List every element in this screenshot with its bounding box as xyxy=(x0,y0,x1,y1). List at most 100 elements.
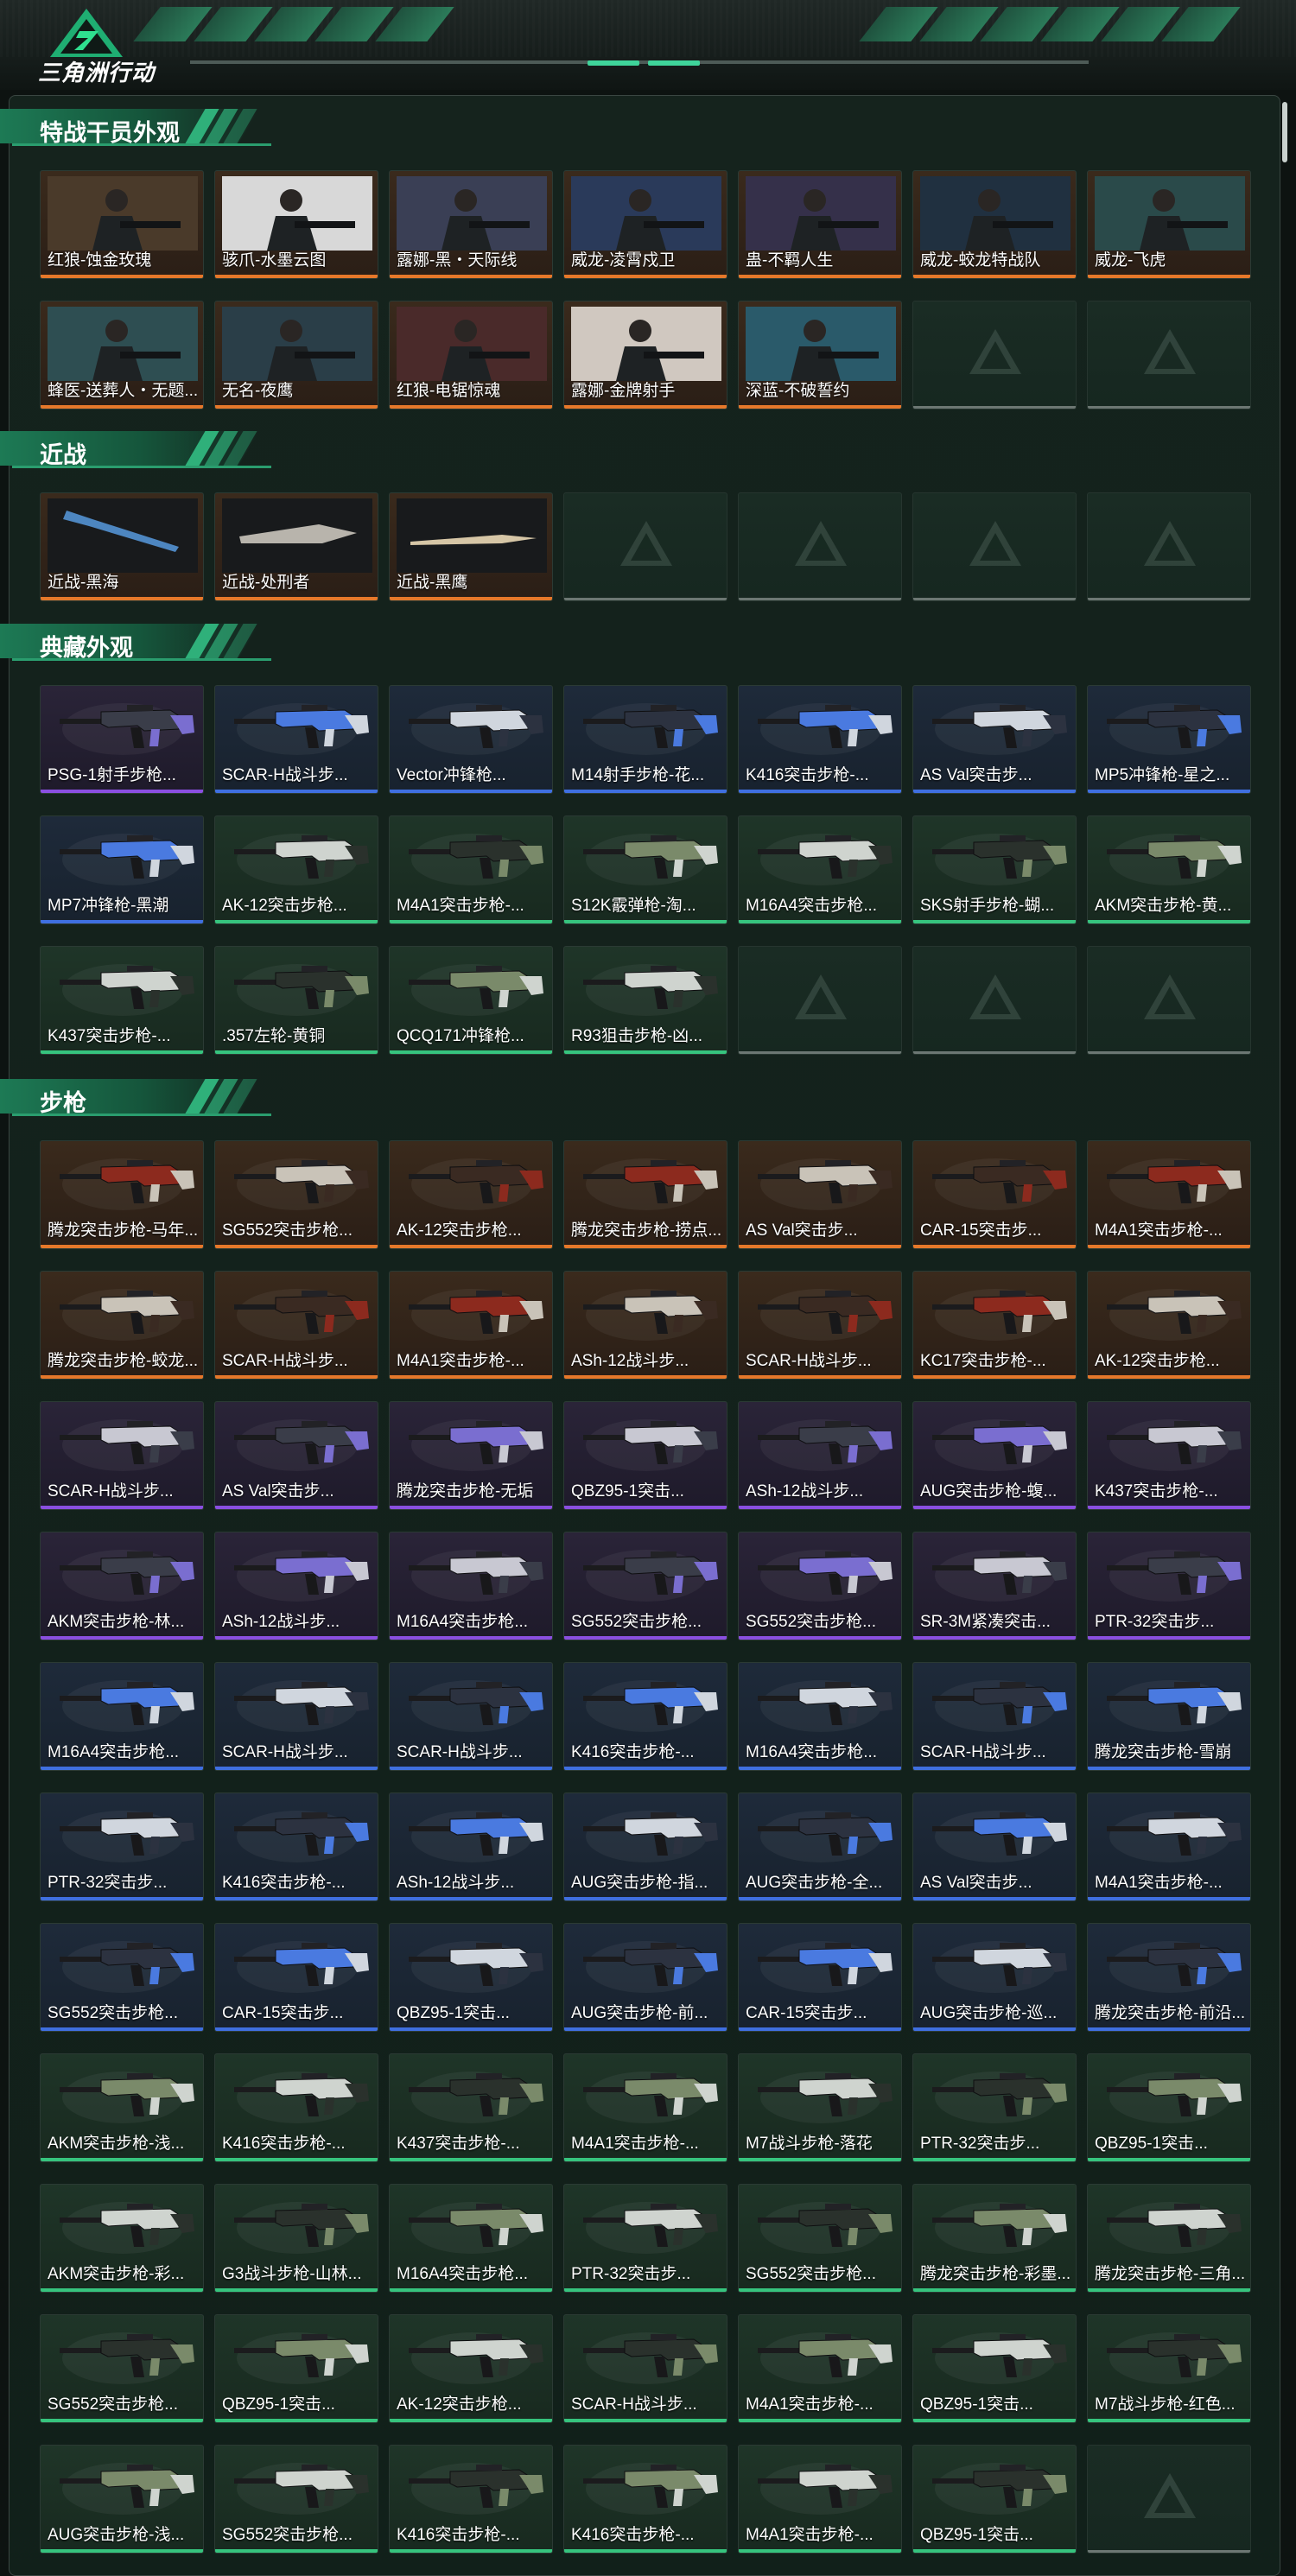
skin-card[interactable]: M7战斗步枪-落花 xyxy=(738,2053,902,2162)
skin-card[interactable]: 威龙-飞虎 xyxy=(1087,170,1251,279)
skin-card[interactable]: 红狼-蚀金玫瑰 xyxy=(40,170,204,279)
skin-card[interactable]: CAR-15突击步... xyxy=(214,1923,378,2032)
skin-card[interactable]: SG552突击步枪... xyxy=(214,2445,378,2554)
skin-card[interactable]: M4A1突击步枪-... xyxy=(1087,1792,1251,1901)
skin-card[interactable]: M16A4突击步枪... xyxy=(738,1662,902,1771)
skin-card[interactable]: K416突击步枪-... xyxy=(214,1792,378,1901)
skin-card[interactable]: SCAR-H战斗步... xyxy=(214,1662,378,1771)
skin-card[interactable]: ASh-12战斗步... xyxy=(214,1532,378,1640)
skin-card[interactable]: MP5冲锋枪-星之... xyxy=(1087,685,1251,794)
skin-card[interactable]: SR-3M紧凑突击... xyxy=(912,1532,1077,1640)
skin-card[interactable]: K416突击步枪-... xyxy=(389,2445,553,2554)
skin-card[interactable]: SCAR-H战斗步... xyxy=(40,1401,204,1510)
skin-card[interactable]: M4A1突击步枪-... xyxy=(1087,1140,1251,1249)
skin-card[interactable]: 近战-黑海 xyxy=(40,492,204,601)
skin-card[interactable]: 腾龙突击步枪-蛟龙... xyxy=(40,1271,204,1380)
skin-card[interactable]: SCAR-H战斗步... xyxy=(738,1271,902,1380)
skin-card[interactable]: QBZ95-1突击... xyxy=(912,2314,1077,2423)
skin-card[interactable]: SG552突击步枪... xyxy=(40,2314,204,2423)
skin-card[interactable]: 腾龙突击步枪-三角... xyxy=(1087,2184,1251,2293)
skin-card[interactable]: 深蓝-不破誓约 xyxy=(738,301,902,409)
skin-card[interactable]: ASh-12战斗步... xyxy=(389,1792,553,1901)
skin-card[interactable]: 骇爪-水墨云图 xyxy=(214,170,378,279)
skin-card[interactable]: QBZ95-1突击... xyxy=(563,1401,727,1510)
skin-card[interactable]: 腾龙突击步枪-无垢 xyxy=(389,1401,553,1510)
skin-card[interactable]: M14射手步枪-花... xyxy=(563,685,727,794)
skin-card[interactable]: S12K霰弹枪-淘... xyxy=(563,815,727,924)
skin-card[interactable]: 红狼-电锯惊魂 xyxy=(389,301,553,409)
skin-card[interactable]: K437突击步枪-... xyxy=(40,946,204,1055)
skin-card[interactable]: 威龙-凌霄戍卫 xyxy=(563,170,727,279)
skin-card[interactable]: 露娜-黑・天际线 xyxy=(389,170,553,279)
skin-card[interactable]: K416突击步枪-... xyxy=(738,685,902,794)
skin-card[interactable]: QBZ95-1突击... xyxy=(214,2314,378,2423)
skin-card[interactable]: PTR-32突击步... xyxy=(1087,1532,1251,1640)
skin-card[interactable]: QBZ95-1突击... xyxy=(912,2445,1077,2554)
skin-card[interactable]: ASh-12战斗步... xyxy=(738,1401,902,1510)
skin-card[interactable]: AUG突击步枪-全... xyxy=(738,1792,902,1901)
skin-card[interactable]: M4A1突击步枪-... xyxy=(563,2053,727,2162)
skin-card[interactable]: SG552突击步枪... xyxy=(738,1532,902,1640)
skin-card[interactable]: AK-12突击步枪... xyxy=(389,2314,553,2423)
skin-card[interactable]: PTR-32突击步... xyxy=(563,2184,727,2293)
skin-card[interactable]: AS Val突击步... xyxy=(214,1401,378,1510)
skin-card[interactable]: .357左轮-黄铜 xyxy=(214,946,378,1055)
skin-card[interactable]: M4A1突击步枪-... xyxy=(389,1271,553,1380)
skin-card[interactable]: K437突击步枪-... xyxy=(1087,1401,1251,1510)
skin-card[interactable]: 近战-黑鹰 xyxy=(389,492,553,601)
skin-card[interactable]: M16A4突击步枪... xyxy=(389,1532,553,1640)
skin-card[interactable]: AS Val突击步... xyxy=(738,1140,902,1249)
skin-card[interactable]: AKM突击步枪-林... xyxy=(40,1532,204,1640)
skin-card[interactable]: SCAR-H战斗步... xyxy=(214,1271,378,1380)
skin-card[interactable]: QBZ95-1突击... xyxy=(389,1923,553,2032)
skin-card[interactable]: R93狙击步枪-凶... xyxy=(563,946,727,1055)
skin-card[interactable]: AUG突击步枪-前... xyxy=(563,1923,727,2032)
skin-card[interactable]: 蜂医-送葬人・无题... xyxy=(40,301,204,409)
skin-card[interactable]: K416突击步枪-... xyxy=(563,1662,727,1771)
skin-card[interactable]: AS Val突击步... xyxy=(912,1792,1077,1901)
skin-card[interactable]: 腾龙突击步枪-马年... xyxy=(40,1140,204,1249)
skin-card[interactable]: M4A1突击步枪-... xyxy=(738,2314,902,2423)
skin-card[interactable]: 腾龙突击步枪-雪崩 xyxy=(1087,1662,1251,1771)
skin-card[interactable]: K416突击步枪-... xyxy=(563,2445,727,2554)
skin-card[interactable]: ASh-12战斗步... xyxy=(563,1271,727,1380)
skin-card[interactable]: KC17突击步枪-... xyxy=(912,1271,1077,1380)
skin-card[interactable]: 威龙-蛟龙特战队 xyxy=(912,170,1077,279)
skin-card[interactable]: QBZ95-1突击... xyxy=(1087,2053,1251,2162)
skin-card[interactable]: Vector冲锋枪... xyxy=(389,685,553,794)
skin-card[interactable]: 蛊-不羁人生 xyxy=(738,170,902,279)
skin-card[interactable]: M16A4突击步枪... xyxy=(40,1662,204,1771)
scrollbar[interactable] xyxy=(1282,102,1287,162)
skin-card[interactable]: AUG突击步枪-指... xyxy=(563,1792,727,1901)
skin-card[interactable]: SCAR-H战斗步... xyxy=(389,1662,553,1771)
skin-card[interactable]: MP7冲锋枪-黑潮 xyxy=(40,815,204,924)
skin-card[interactable]: AKM突击步枪-彩... xyxy=(40,2184,204,2293)
skin-card[interactable]: SCAR-H战斗步... xyxy=(214,685,378,794)
skin-card[interactable]: 无名-夜鹰 xyxy=(214,301,378,409)
skin-card[interactable]: K416突击步枪-... xyxy=(214,2053,378,2162)
skin-card[interactable]: M4A1突击步枪-... xyxy=(738,2445,902,2554)
skin-card[interactable]: SG552突击步枪... xyxy=(214,1140,378,1249)
skin-card[interactable]: AUG突击步枪-浅... xyxy=(40,2445,204,2554)
skin-card[interactable]: M7战斗步枪-红色... xyxy=(1087,2314,1251,2423)
skin-card[interactable]: 露娜-金牌射手 xyxy=(563,301,727,409)
skin-card[interactable]: 腾龙突击步枪-彩墨... xyxy=(912,2184,1077,2293)
skin-card[interactable]: AK-12突击步枪... xyxy=(389,1140,553,1249)
skin-card[interactable]: AUG突击步枪-巡... xyxy=(912,1923,1077,2032)
skin-card[interactable]: SCAR-H战斗步... xyxy=(563,2314,727,2423)
skin-card[interactable]: SCAR-H战斗步... xyxy=(912,1662,1077,1771)
skin-card[interactable]: SG552突击步枪... xyxy=(738,2184,902,2293)
skin-card[interactable]: 腾龙突击步枪-捞点... xyxy=(563,1140,727,1249)
skin-card[interactable]: AKM突击步枪-黄... xyxy=(1087,815,1251,924)
skin-card[interactable]: AS Val突击步... xyxy=(912,685,1077,794)
skin-card[interactable]: M16A4突击步枪... xyxy=(389,2184,553,2293)
skin-card[interactable]: SG552突击步枪... xyxy=(563,1532,727,1640)
skin-card[interactable]: PSG-1射手步枪... xyxy=(40,685,204,794)
skin-card[interactable]: AK-12突击步枪... xyxy=(214,815,378,924)
skin-card[interactable]: CAR-15突击步... xyxy=(912,1140,1077,1249)
skin-card[interactable]: SKS射手步枪-蝴... xyxy=(912,815,1077,924)
skin-card[interactable]: M16A4突击步枪... xyxy=(738,815,902,924)
skin-card[interactable]: PTR-32突击步... xyxy=(40,1792,204,1901)
skin-card[interactable]: K437突击步枪-... xyxy=(389,2053,553,2162)
skin-card[interactable]: 腾龙突击步枪-前沿... xyxy=(1087,1923,1251,2032)
